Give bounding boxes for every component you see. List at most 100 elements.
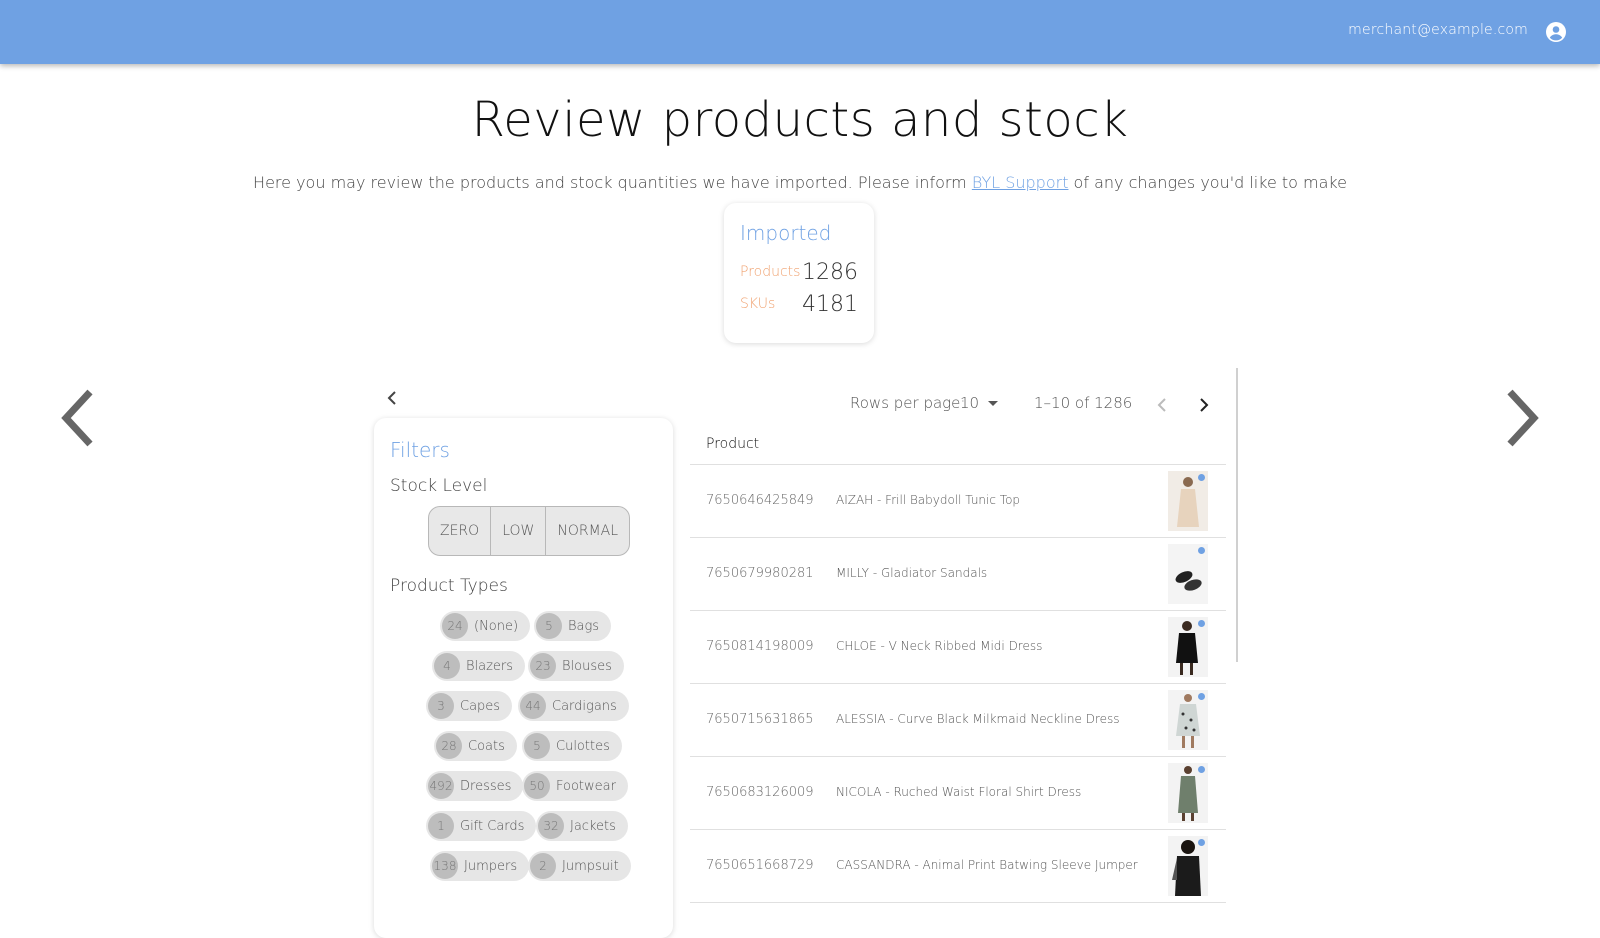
- product-type-chip[interactable]: 4 Blazers: [432, 651, 526, 681]
- product-sku: 7650651668729: [706, 858, 814, 873]
- product-thumbnail: [1168, 471, 1208, 531]
- chip-count: 5: [524, 733, 550, 759]
- previous-page-chevron-icon[interactable]: [1154, 396, 1170, 414]
- status-dot: [1198, 547, 1205, 554]
- product-name: ALESSIA - Curve Black Milkmaid Neckline …: [836, 712, 1120, 726]
- product-sku: 7650814198009: [706, 639, 814, 654]
- product-sku: 7650646425849: [706, 493, 814, 508]
- table-row[interactable]: 7650814198009 CHLOE - V Neck Ribbed Midi…: [690, 611, 1226, 684]
- table-scrollbar[interactable]: [1236, 368, 1238, 662]
- product-type-chip[interactable]: 24 (None): [440, 611, 531, 641]
- product-sku: 7650679980281: [706, 566, 814, 581]
- table-row[interactable]: 7650651668729 CASSANDRA - Animal Print B…: [690, 830, 1226, 903]
- product-type-chip[interactable]: 44 Cardigans: [518, 691, 629, 721]
- subtitle-text: Here you may review the products and sto…: [253, 173, 972, 192]
- status-dot: [1198, 693, 1205, 700]
- chip-count: 138: [432, 853, 458, 879]
- chip-count: 2: [530, 853, 556, 879]
- product-type-chip[interactable]: 5 Culottes: [522, 731, 622, 761]
- status-dot: [1198, 474, 1205, 481]
- product-type-chip[interactable]: 23 Blouses: [528, 651, 624, 681]
- chip-count: 5: [536, 613, 562, 639]
- stock-level-label: Stock Level: [390, 476, 488, 496]
- product-type-chip[interactable]: 1 Gift Cards: [426, 811, 537, 841]
- chip-count: 3: [428, 693, 454, 719]
- collapse-filters-chevron-icon[interactable]: [384, 388, 400, 408]
- table-row[interactable]: 7650683126009 NICOLA - Ruched Waist Flor…: [690, 757, 1226, 830]
- table-row[interactable]: 7650646425849 AIZAH - Frill Babydoll Tun…: [690, 465, 1226, 538]
- product-name: MILLY - Gladiator Sandals: [836, 566, 988, 580]
- filters-panel: Filters Stock Level ZERO LOW NORMAL Prod…: [374, 418, 673, 938]
- product-type-chip[interactable]: 2 Jumpsuit: [528, 851, 631, 881]
- dropdown-arrow-icon: [988, 401, 999, 406]
- product-thumbnail: [1168, 544, 1208, 604]
- stock-level-normal-button[interactable]: NORMAL: [546, 507, 629, 555]
- imported-title: Imported: [740, 221, 832, 245]
- chip-label: Jumpers: [464, 858, 518, 874]
- chip-label: (None): [474, 618, 519, 634]
- product-thumbnail: [1168, 690, 1208, 750]
- chip-count: 492: [428, 773, 454, 799]
- chip-count: 44: [520, 693, 546, 719]
- status-dot: [1198, 766, 1205, 773]
- skus-label: SKUs: [740, 296, 776, 312]
- rows-per-page-label: Rows per page:: [850, 394, 966, 412]
- filters-title: Filters: [390, 438, 450, 462]
- product-thumbnail: [1168, 836, 1208, 896]
- chip-count: 24: [442, 613, 468, 639]
- product-sku: 7650683126009: [706, 785, 814, 800]
- product-name: CASSANDRA - Animal Print Batwing Sleeve …: [836, 858, 1138, 872]
- product-thumbnail: [1168, 763, 1208, 823]
- rows-per-page-select[interactable]: 10: [960, 394, 999, 412]
- page-range-text: 1–10 of 1286: [1034, 394, 1133, 412]
- previous-step-arrow-icon[interactable]: [56, 386, 104, 450]
- table-row[interactable]: 7650679980281 MILLY - Gladiator Sandals: [690, 538, 1226, 611]
- account-circle-icon[interactable]: [1544, 20, 1568, 44]
- subtitle-text-end: of any changes you'd like to make: [1068, 173, 1347, 192]
- product-name: AIZAH - Frill Babydoll Tunic Top: [836, 493, 1021, 507]
- product-name: CHLOE - V Neck Ribbed Midi Dress: [836, 639, 1043, 653]
- rows-per-page-value: 10: [960, 394, 980, 412]
- product-type-chip[interactable]: 492 Dresses: [426, 771, 524, 801]
- product-column-header: Product: [706, 436, 760, 452]
- next-step-arrow-icon[interactable]: [1496, 386, 1544, 450]
- top-app-bar: merchant@example.com: [0, 0, 1600, 64]
- table-row[interactable]: 7650715631865 ALESSIA - Curve Black Milk…: [690, 684, 1226, 757]
- chip-count: 32: [538, 813, 564, 839]
- product-type-chip[interactable]: 3 Capes: [426, 691, 513, 721]
- chip-label: Jumpsuit: [562, 858, 619, 874]
- products-count: 1286: [802, 260, 858, 285]
- product-type-chip[interactable]: 138 Jumpers: [430, 851, 530, 881]
- chip-count: 23: [530, 653, 556, 679]
- byl-support-link[interactable]: BYL Support: [972, 173, 1069, 192]
- status-dot: [1198, 620, 1205, 627]
- user-email: merchant@example.com: [1348, 22, 1528, 38]
- chip-count: 28: [436, 733, 462, 759]
- page-subtitle: Here you may review the products and sto…: [0, 173, 1600, 192]
- product-thumbnail: [1168, 617, 1208, 677]
- stock-level-toggle-group: ZERO LOW NORMAL: [428, 506, 631, 556]
- stock-level-zero-button[interactable]: ZERO: [429, 507, 492, 555]
- chip-label: Blouses: [562, 658, 612, 674]
- product-type-chip[interactable]: 32 Jackets: [536, 811, 628, 841]
- chip-label: Jackets: [570, 818, 616, 834]
- chip-label: Footwear: [556, 778, 616, 794]
- stock-level-low-button[interactable]: LOW: [491, 507, 547, 555]
- page-title: Review products and stock: [471, 92, 1129, 148]
- chip-count: 1: [428, 813, 454, 839]
- chip-label: Culottes: [556, 738, 610, 754]
- chip-label: Coats: [468, 738, 505, 754]
- chip-label: Blazers: [466, 658, 514, 674]
- product-type-chip[interactable]: 50 Footwear: [522, 771, 628, 801]
- chip-label: Dresses: [460, 778, 512, 794]
- imported-summary-card: Imported Products 1286 SKUs 4181: [724, 203, 874, 343]
- products-label: Products: [740, 264, 801, 280]
- chip-label: Cardigans: [552, 698, 617, 714]
- product-type-chip[interactable]: 28 Coats: [434, 731, 517, 761]
- product-type-chip[interactable]: 5 Bags: [534, 611, 612, 641]
- next-page-chevron-icon[interactable]: [1196, 396, 1212, 414]
- chip-count: 50: [524, 773, 550, 799]
- skus-count: 4181: [802, 292, 858, 317]
- chip-label: Capes: [460, 698, 501, 714]
- product-types-label: Product Types: [390, 576, 508, 596]
